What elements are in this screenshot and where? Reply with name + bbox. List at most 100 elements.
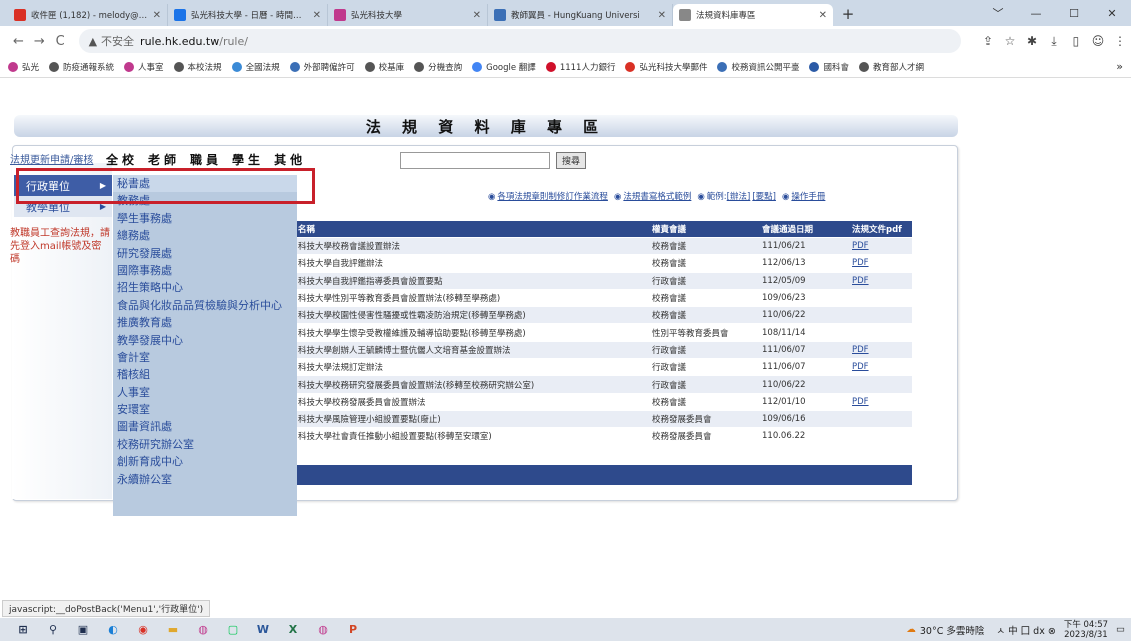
bookmarks-more-icon[interactable]: »	[1116, 60, 1123, 73]
close-tab-icon[interactable]: ✕	[473, 10, 481, 21]
category-tab[interactable]: 職員	[190, 151, 222, 168]
submenu-item[interactable]: 校務研究辦公室	[113, 436, 297, 453]
submenu-item[interactable]: 國際事務處	[113, 262, 297, 279]
submenu-item[interactable]: 推廣教育處	[113, 314, 297, 331]
close-tab-icon[interactable]: ✕	[658, 10, 666, 21]
info-link[interactable]: [要點]	[752, 192, 776, 202]
download-icon[interactable]: ⤓	[1043, 34, 1065, 49]
bookmark-item[interactable]: 教育部人才網	[859, 61, 924, 73]
bookmark-item[interactable]: 全國法規	[231, 61, 280, 73]
forward-icon[interactable]: →	[29, 34, 50, 49]
new-tab-icon[interactable]: +	[837, 3, 859, 25]
category-tab[interactable]: 老師	[148, 151, 180, 168]
regulation-name[interactable]: 科技大學自我評鑑指導委員會設置要點	[296, 275, 650, 287]
regulation-name[interactable]: 科技大學法規訂定辦法	[296, 361, 650, 373]
edge-icon[interactable]: ◐	[98, 620, 128, 640]
regulation-name[interactable]: 科技大學創辦人王毓麟博士暨伉儷人文培育基金設置辦法	[296, 344, 650, 356]
bookmark-item[interactable]: 校基庫	[364, 61, 404, 73]
sidebar-icon[interactable]: ▯	[1065, 34, 1087, 49]
extensions-icon[interactable]: ✱	[1021, 34, 1043, 49]
pdf-link[interactable]: PDF	[852, 362, 869, 372]
search-input[interactable]	[400, 152, 550, 169]
regulation-name[interactable]: 科技大學自我評鑑辦法	[296, 257, 650, 269]
regulation-name[interactable]: 科技大學風險管理小組設置要點(廢止)	[296, 413, 650, 425]
pdf-link[interactable]: PDF	[852, 345, 869, 355]
regulation-name[interactable]: 科技大學校務會議設置辦法	[296, 240, 650, 252]
maximize-icon[interactable]: ☐	[1055, 0, 1093, 26]
pdf-link[interactable]: PDF	[852, 241, 869, 251]
category-tab[interactable]: 全校	[106, 151, 138, 168]
bookmark-item[interactable]: 1111人力銀行	[545, 61, 615, 73]
submenu-item[interactable]: 食品與化妝品品質檢驗與分析中心	[113, 297, 297, 314]
search-icon[interactable]: ⚲	[38, 620, 68, 640]
regulation-name[interactable]: 科技大學社會責任推動小組設置要點(移轉至安環室)	[296, 430, 650, 442]
powerpoint-icon[interactable]: P	[338, 620, 368, 640]
info-link[interactable]: [辦法]	[727, 192, 751, 202]
minimize-icon[interactable]: —	[1017, 0, 1055, 26]
task-view-icon[interactable]: ▣	[68, 620, 98, 640]
bookmark-item[interactable]: Google 翻譯	[472, 61, 536, 73]
close-window-icon[interactable]: ✕	[1093, 0, 1131, 26]
bookmark-item[interactable]: 人事室	[124, 61, 164, 73]
profile-avatar-icon[interactable]: ☺	[1087, 34, 1109, 49]
info-link[interactable]: 操作手冊	[791, 192, 825, 202]
app2-icon[interactable]: ◍	[308, 620, 338, 640]
info-link[interactable]: 各項法規章則制修訂作業流程	[497, 192, 608, 202]
bookmark-item[interactable]: 弘光	[8, 61, 39, 73]
pdf-link[interactable]: PDF	[852, 397, 869, 407]
submenu-item[interactable]: 稽核組	[113, 366, 297, 383]
minimize-tabs-icon[interactable]: ﹀	[979, 0, 1017, 26]
category-tab[interactable]: 其他	[274, 151, 306, 168]
bookmark-item[interactable]: 校務資訊公開平臺	[717, 61, 799, 73]
bookmark-item[interactable]: 外部聘僱許可	[289, 61, 355, 73]
category-tab[interactable]: 學生	[232, 151, 264, 168]
app-icon[interactable]: ◍	[188, 620, 218, 640]
regulation-update-link[interactable]: 法規更新申請/審核	[10, 151, 110, 166]
submenu-item[interactable]: 學生事務處	[113, 210, 297, 227]
browser-tab[interactable]: 法規資料庫專區 ✕	[673, 4, 833, 26]
submenu-item[interactable]: 圖書資訊處	[113, 418, 297, 435]
submenu-item[interactable]: 人事室	[113, 384, 297, 401]
chrome-icon[interactable]: ◉	[128, 620, 158, 640]
word-icon[interactable]: W	[248, 620, 278, 640]
line-icon[interactable]: ▢	[218, 620, 248, 640]
submenu-item[interactable]: 教學發展中心	[113, 332, 297, 349]
notification-icon[interactable]: ▭	[1116, 624, 1125, 635]
address-bar[interactable]: ▲ 不安全 rule.hk.edu.tw /rule/	[78, 29, 961, 53]
bookmark-item[interactable]: 防疫通報系統	[49, 61, 114, 73]
bookmark-item[interactable]: 分機查詢	[414, 61, 462, 73]
regulation-name[interactable]: 科技大學性別平等教育委員會設置辦法(移轉至學務處)	[296, 292, 650, 304]
file-explorer-icon[interactable]: ▬	[158, 620, 188, 640]
browser-tab[interactable]: 教師翼員 - HungKuang Universi ✕	[488, 4, 673, 26]
submenu-item[interactable]: 永續辦公室	[113, 471, 297, 488]
tray-icons[interactable]: ㅅ 中 囗 dx ⊗	[996, 623, 1055, 637]
browser-tab[interactable]: 弘光科技大學 ✕	[328, 4, 488, 26]
search-button[interactable]: 搜尋	[556, 152, 586, 169]
menu-icon[interactable]: ⋮	[1109, 34, 1131, 49]
start-icon[interactable]: ⊞	[8, 620, 38, 640]
regulation-name[interactable]: 科技大學校園性侵害性騷擾或性霸凌防治規定(移轉至學務處)	[296, 309, 650, 321]
weather-icon[interactable]: ☁	[906, 624, 916, 635]
submenu-item[interactable]: 創新育成中心	[113, 453, 297, 470]
reload-icon[interactable]: C	[50, 34, 71, 49]
share-icon[interactable]: ⇪	[977, 34, 999, 49]
weather-text[interactable]: 30°C 多雲時陰	[920, 623, 985, 637]
bookmark-item[interactable]: 本校法規	[173, 61, 222, 73]
submenu-item[interactable]: 安環室	[113, 401, 297, 418]
close-tab-icon[interactable]: ✕	[313, 10, 321, 21]
star-icon[interactable]: ☆	[999, 34, 1021, 49]
browser-tab[interactable]: 弘光科技大學 - 日曆 - 時間表開始 ✕	[168, 4, 328, 26]
close-tab-icon[interactable]: ✕	[819, 10, 827, 21]
submenu-item[interactable]: 會計室	[113, 349, 297, 366]
bookmark-item[interactable]: 國科會	[809, 61, 849, 73]
submenu-item[interactable]: 總務處	[113, 227, 297, 244]
regulation-name[interactable]: 科技大學校務發展委員會設置辦法	[296, 396, 650, 408]
submenu-item[interactable]: 研究發展處	[113, 245, 297, 262]
info-link[interactable]: 法規書寫格式範例	[623, 192, 691, 202]
browser-tab[interactable]: 收件匣 (1,182) - melody@hk.edu ✕	[8, 4, 168, 26]
back-icon[interactable]: ←	[8, 34, 29, 49]
pdf-link[interactable]: PDF	[852, 258, 869, 268]
submenu-item[interactable]: 招生策略中心	[113, 279, 297, 296]
pdf-link[interactable]: PDF	[852, 276, 869, 286]
regulation-name[interactable]: 科技大學學生懷孕受教權維護及輔導協助要點(移轉至學務處)	[296, 327, 650, 339]
